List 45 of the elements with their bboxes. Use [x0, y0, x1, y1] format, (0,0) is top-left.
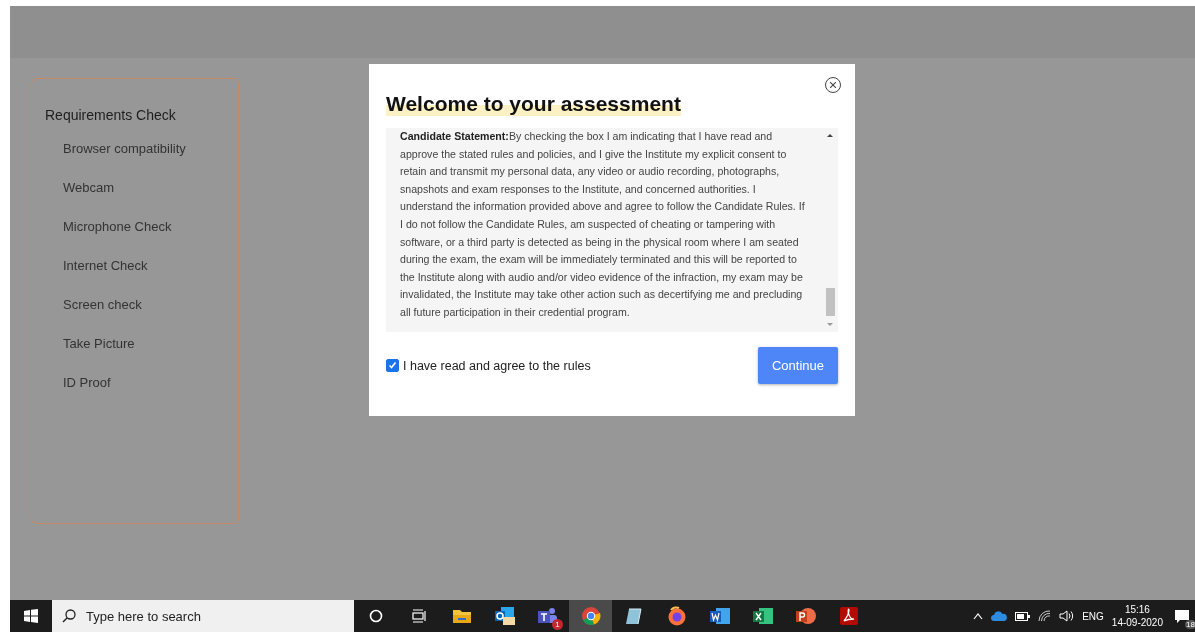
- wifi-icon[interactable]: [1038, 610, 1052, 622]
- language-indicator[interactable]: ENG: [1082, 610, 1104, 622]
- spreadsheet-icon[interactable]: [751, 607, 774, 625]
- requirement-item[interactable]: Microphone Check: [45, 219, 238, 258]
- clock[interactable]: 15:16 14-09-2020: [1111, 603, 1163, 629]
- people-icon[interactable]: [536, 607, 559, 625]
- speaker-icon[interactable]: [1059, 610, 1075, 622]
- requirement-item[interactable]: ID Proof: [45, 375, 238, 414]
- document-icon[interactable]: [708, 607, 731, 625]
- circle-icon[interactable]: [368, 609, 383, 623]
- fox-browser-icon[interactable]: [666, 606, 687, 626]
- requirement-item[interactable]: Browser compatibility: [45, 141, 238, 180]
- check-icon: [388, 361, 397, 370]
- notification-badge: 1: [552, 619, 563, 630]
- close-button[interactable]: [825, 77, 841, 93]
- search-icon: [62, 609, 76, 623]
- requirement-item[interactable]: Webcam: [45, 180, 238, 219]
- cloud-icon[interactable]: [991, 611, 1008, 621]
- requirement-item[interactable]: Internet Check: [45, 258, 238, 297]
- panel-title: Requirements Check: [45, 107, 177, 123]
- requirement-item[interactable]: Screen check: [45, 297, 238, 336]
- mail-icon[interactable]: [493, 606, 516, 626]
- pdf-icon[interactable]: [838, 606, 859, 626]
- scroll-up-icon[interactable]: [827, 134, 833, 137]
- active-app-slot[interactable]: [569, 600, 612, 632]
- app-slot[interactable]: 1: [526, 600, 569, 632]
- notebook-icon[interactable]: [624, 607, 643, 625]
- scrollbar-thumb[interactable]: [826, 288, 835, 316]
- browser-icon[interactable]: [580, 606, 601, 626]
- task-view-icon[interactable]: [410, 609, 427, 623]
- agree-checkbox[interactable]: I have read and agree to the rules: [386, 358, 591, 373]
- notification-count: 18: [1185, 620, 1195, 629]
- candidate-statement: Candidate Statement:By checking the box I am indicating that I have read and approve the stated rules and policies, and I give the Institute my explicit consent to retain and transmit my personal data, any video or audio recording, photographs, snapshots and exam responses to the Institute, and concerned authorities. I understand the information provided above and agree to follow the Candidate Rules. If I do not follow the Candidate Rules, am suspected of cheating or tampering with software, or a third party is detected as being in the physical room where I am seated during the exam, the exam will be immediately terminated and this will be reported to the Institute along with audio and/or video evidence of the infraction, my exam may be invalidated, the Institute may take other action such as decertifying me and precluding all future participation in their credential program.: [400, 129, 806, 320]
- battery-icon[interactable]: [1015, 611, 1031, 621]
- notification-center[interactable]: 18: [1171, 603, 1193, 629]
- search-field[interactable]: Type here to search: [52, 600, 354, 632]
- close-icon: [830, 82, 836, 88]
- requirement-item[interactable]: Take Picture: [45, 336, 238, 375]
- chevron-up-icon[interactable]: [973, 612, 984, 620]
- continue-button[interactable]: Continue: [758, 347, 838, 384]
- folder-icon[interactable]: [451, 608, 472, 624]
- windows-logo-icon[interactable]: [24, 609, 38, 623]
- scroll-down-icon[interactable]: [827, 323, 833, 326]
- message-icon: [1174, 608, 1190, 624]
- presentation-icon[interactable]: [794, 607, 817, 625]
